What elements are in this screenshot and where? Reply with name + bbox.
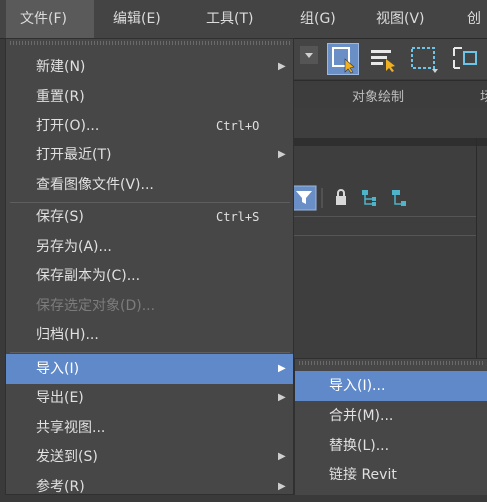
submenu-item-replace[interactable]: 替换(L)...	[295, 431, 487, 461]
explorer-toolbar	[291, 184, 482, 212]
menu-item-new[interactable]: 新建(N) ▶	[6, 52, 293, 82]
menu-item-label: 查看图像文件(V)...	[36, 177, 154, 193]
menu-file[interactable]: 文件(F)	[6, 0, 94, 38]
window-crossing-button[interactable]	[450, 43, 482, 75]
window-crossing-icon	[453, 47, 477, 69]
menu-item-save-copy[interactable]: 保存副本为(C)...	[6, 261, 293, 291]
select-by-name-button[interactable]	[367, 43, 399, 75]
submenu-item-label: 链接 Revit	[329, 467, 397, 483]
menu-item-save[interactable]: 保存(S) Ctrl+S	[6, 202, 293, 232]
selection-filter-dropdown[interactable]	[300, 46, 318, 64]
menu-item-label: 保存(S)	[36, 209, 84, 225]
menu-item-label: 新建(N)	[36, 59, 86, 75]
submenu-item-import[interactable]: 导入(I)...	[295, 371, 487, 401]
menu-item-save-selected: 保存选定对象(D)...	[6, 291, 293, 321]
menu-item-label: 导入(I)	[36, 361, 80, 377]
panel-grip	[292, 138, 487, 146]
ribbon-tab-partial[interactable]: 场	[480, 86, 487, 105]
submenu-arrow-icon: ▶	[278, 481, 286, 492]
submenu-item-label: 合并(M)...	[329, 408, 394, 424]
menu-item-share-view[interactable]: 共享视图...	[6, 413, 293, 443]
menu-item-label: 保存副本为(C)...	[36, 268, 141, 284]
menu-item-label: 归档(H)...	[36, 327, 99, 343]
submenu-arrow-icon: ▶	[278, 363, 286, 374]
menu-item-label: 导出(E)	[36, 390, 84, 406]
submenu-arrow-icon: ▶	[278, 149, 286, 160]
menu-item-send-to[interactable]: 发送到(S) ▶	[6, 442, 293, 472]
ribbon-tab-object-paint[interactable]: 对象绘制	[352, 86, 404, 105]
menu-item-import[interactable]: 导入(I) ▶	[6, 354, 293, 384]
shortcut-label: Ctrl+O	[216, 119, 260, 133]
menu-item-save-as[interactable]: 另存为(A)...	[6, 232, 293, 262]
menu-item-label: 发送到(S)	[36, 449, 98, 465]
import-submenu: 导入(I)... 合并(M)... 替换(L)... 链接 Revit	[294, 358, 487, 495]
ribbon-tabs: 对象绘制 场	[292, 80, 487, 109]
menu-item-archive[interactable]: 归档(H)...	[6, 320, 293, 350]
submenu-arrow-icon: ▶	[278, 61, 286, 72]
chevron-down-icon	[305, 53, 313, 58]
menu-item-label: 打开(O)...	[36, 118, 100, 134]
file-menu: 新建(N) ▶ 重置(R) 打开(O)... Ctrl+O 打开最近(T) ▶ …	[5, 38, 294, 495]
menu-item-export[interactable]: 导出(E) ▶	[6, 383, 293, 413]
menu-bar: 文件(F) 编辑(E) 工具(T) 组(G) 视图(V) 创	[0, 0, 487, 39]
panel-divider	[476, 138, 477, 358]
menu-item-label: 重置(R)	[36, 89, 85, 105]
menu-separator	[10, 352, 290, 353]
select-cursor-icon	[332, 47, 355, 74]
explorer-toolbar-icons	[291, 185, 406, 211]
menu-view[interactable]: 视图(V)	[376, 0, 425, 38]
submenu-item-label: 导入(I)...	[329, 378, 386, 394]
submenu-item-label: 替换(L)...	[329, 438, 390, 454]
submenu-item-merge[interactable]: 合并(M)...	[295, 401, 487, 431]
menu-tools[interactable]: 工具(T)	[206, 0, 253, 38]
menu-create[interactable]: 创	[467, 0, 481, 38]
menu-item-view-image[interactable]: 查看图像文件(V)...	[6, 170, 293, 200]
menu-item-reset[interactable]: 重置(R)	[6, 82, 293, 112]
submenu-grip	[299, 361, 484, 365]
menu-item-label: 共享视图...	[36, 420, 106, 436]
shortcut-label: Ctrl+S	[216, 210, 260, 224]
submenu-arrow-icon: ▶	[278, 451, 286, 462]
explorer-column-header	[292, 216, 476, 236]
menu-item-label: 参考(R)	[36, 479, 85, 495]
menu-item-reference[interactable]: 参考(R) ▶	[6, 472, 293, 502]
submenu-item-link-revit[interactable]: 链接 Revit	[295, 460, 487, 490]
select-by-name-icon	[371, 50, 395, 72]
menu-group[interactable]: 组(G)	[300, 0, 336, 38]
submenu-arrow-icon: ▶	[278, 392, 286, 403]
menu-item-label: 打开最近(T)	[36, 147, 112, 163]
menu-item-open-recent[interactable]: 打开最近(T) ▶	[6, 140, 293, 170]
menu-grip	[10, 41, 291, 45]
menu-edit[interactable]: 编辑(E)	[113, 0, 161, 38]
scene-explorer-panel	[291, 108, 487, 358]
select-object-button[interactable]	[327, 43, 359, 75]
menu-item-label: 保存选定对象(D)...	[36, 298, 156, 314]
rectangular-selection-button[interactable]	[408, 43, 440, 75]
menu-item-label: 另存为(A)...	[36, 239, 112, 255]
rect-selection-icon	[411, 47, 438, 73]
menu-item-open[interactable]: 打开(O)... Ctrl+O	[6, 111, 293, 141]
